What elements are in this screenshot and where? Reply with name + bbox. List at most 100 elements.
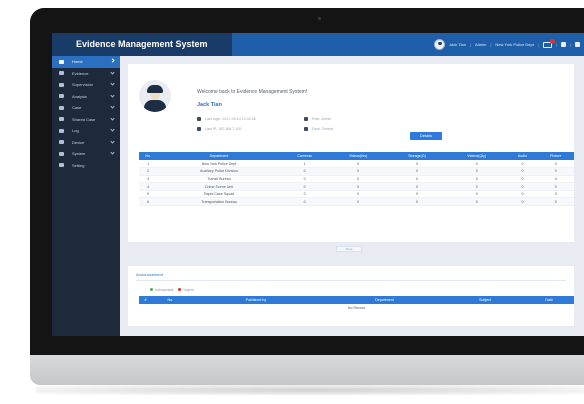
sidebar-item-system[interactable]: System [52, 148, 120, 160]
sidebar-item-setting[interactable]: Setting [52, 160, 120, 172]
welcome-card: Welcome back to Evidence Management Syst… [128, 64, 574, 242]
user-name: Jack Tian [197, 102, 222, 108]
table-cell: 0 [507, 175, 538, 184]
wrench-icon [59, 151, 64, 156]
home-icon [59, 59, 64, 64]
table-cell: Auxiliary Police Division [157, 167, 281, 176]
sidebar-item-analysis[interactable]: Analysis [52, 91, 120, 103]
table-cell: 0 [537, 182, 574, 191]
top-bar: Evidence Management System Jack Tian | A… [52, 33, 584, 56]
table-row: 1 New York Police Dept 1 0 0 0 0 0 [139, 160, 574, 169]
table-header: No. Department Cameras Videos(hrs) Storage(G… [139, 152, 574, 160]
log-icon [59, 128, 64, 133]
monitor-chin [30, 355, 584, 385]
chevron-down-icon [110, 127, 115, 132]
table-cell: Crime Scene Unit [157, 182, 281, 191]
divider: | [569, 42, 571, 47]
legend-item: Unimportant [150, 288, 173, 292]
table-cell: 0 [280, 190, 329, 199]
details-button[interactable]: Details [410, 132, 442, 140]
monitor-shadow [36, 385, 584, 395]
sidebar-item-label: System [72, 151, 86, 157]
table-cell: 0 [280, 167, 329, 176]
table-row: 3 Transit Bureau 0 0 0 0 0 0 [139, 175, 574, 184]
sidebar-item-device[interactable]: Device [52, 137, 120, 149]
column-header: # [139, 296, 153, 304]
table-cell: 0 [507, 160, 538, 169]
police-avatar [139, 80, 171, 112]
message-icon[interactable] [542, 38, 555, 48]
location-icon [197, 127, 201, 131]
notification-badge [549, 38, 555, 44]
chevron-down-icon [110, 115, 115, 121]
sidebar-item-home[interactable]: Home [52, 56, 120, 68]
chevron-down-icon [110, 104, 115, 109]
user-avatar[interactable] [434, 39, 446, 50]
chevron-down-icon [110, 81, 115, 86]
more-button[interactable]: More [336, 246, 362, 252]
sidebar-item-label: Shared Case [72, 116, 96, 122]
table-cell: Rapid Case Squad [157, 190, 281, 199]
table-row: 6 Transportation Bureau 0 0 0 0 0 0 [139, 197, 574, 207]
top-role[interactable]: Admin [475, 42, 486, 47]
evidence-icon [59, 71, 64, 76]
table-cell: 0 [507, 197, 538, 207]
column-header: Videos(hrs) [328, 152, 388, 160]
table-cell: 0 [388, 182, 446, 191]
table-cell: 6 [139, 197, 158, 207]
table-header: # No. Published by Department Subject Date [139, 296, 574, 304]
share-icon [59, 117, 64, 122]
table-cell: New York Police Dept [157, 160, 281, 169]
divider: | [537, 42, 539, 47]
sidebar: Home Evidence Supervision Analysis Case … [52, 56, 120, 336]
table-cell: 0 [445, 197, 508, 207]
role: Role: Admin [312, 117, 332, 121]
table-cell: 0 [537, 175, 574, 184]
screen: Evidence Management System Jack Tian | A… [52, 33, 584, 336]
column-header: Picture [537, 152, 574, 160]
column-header: Subject [445, 296, 525, 304]
column-header: Department [157, 152, 281, 160]
top-right-tools: Jack Tian | Admin | New York Police Dept… [434, 33, 580, 56]
legend-label: Urgent [183, 288, 194, 292]
table-cell: 2 [139, 167, 158, 176]
lock-icon[interactable] [560, 42, 566, 47]
table-cell: 0 [388, 167, 446, 176]
monitor-mockup: Evidence Management System Jack Tian | A… [0, 0, 584, 404]
top-user-name[interactable]: Jack Tian [449, 42, 466, 47]
role-row: Role: Admin [304, 117, 331, 121]
power-icon[interactable] [575, 42, 580, 47]
legend-dot [178, 288, 182, 291]
sidebar-item-case[interactable]: Case [52, 102, 120, 114]
top-dept[interactable]: New York Police Dept [495, 42, 533, 47]
webcam [318, 17, 321, 20]
table-cell: 0 [388, 160, 446, 169]
sidebar-item-log[interactable]: Log [52, 125, 120, 137]
sidebar-item-evidence[interactable]: Evidence [52, 68, 120, 80]
table-cell: 0 [388, 175, 446, 184]
clock-icon [197, 117, 201, 121]
table-cell: 4 [139, 182, 158, 191]
dept: Dept: Central [312, 127, 334, 131]
table-row: No Record [139, 304, 574, 312]
table-cell: 1 [280, 160, 329, 169]
chevron-down-icon [110, 150, 115, 155]
divider [136, 280, 566, 281]
table-cell: Transportation Bureau [157, 197, 281, 207]
sidebar-item-supervision[interactable]: Supervision [52, 79, 120, 91]
table-cell: 0 [328, 175, 388, 184]
chevron-icon [110, 58, 115, 63]
table-cell: 0 [445, 182, 508, 191]
announcement-card: Announcement Unimportant Urgent # No. Publ… [128, 266, 574, 326]
table-cell: 0 [537, 160, 574, 169]
table-cell: 0 [537, 197, 574, 207]
chevron-down-icon [110, 92, 115, 98]
table-cell: 0 [388, 197, 446, 207]
table-cell: Transit Bureau [157, 175, 281, 184]
table-row: 5 Rapid Case Squad 0 0 0 0 0 0 [139, 190, 574, 199]
stats-table: No. Department Cameras Videos(hrs) Storage(G… [139, 152, 574, 207]
sidebar-item-shared-case[interactable]: Shared Case [52, 114, 120, 126]
table-cell: 0 [445, 175, 508, 184]
welcome-message: Welcome back to Evidence Management Syst… [197, 89, 308, 95]
device-icon [59, 140, 64, 145]
